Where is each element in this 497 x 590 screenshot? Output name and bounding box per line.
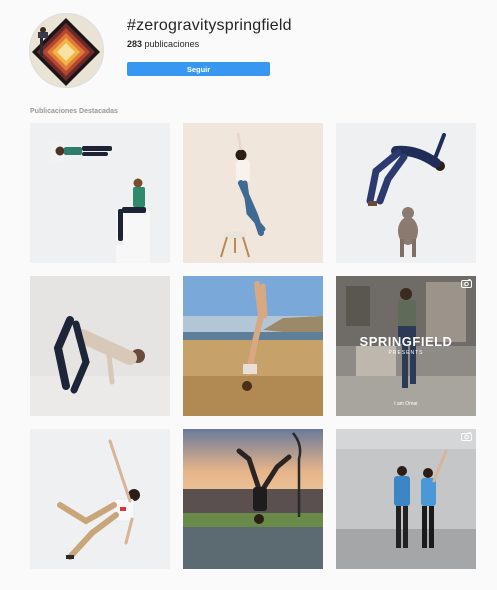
overlay-subtitle: PRESENTS bbox=[388, 350, 424, 356]
post-tile-3[interactable] bbox=[336, 123, 476, 263]
post-5-image bbox=[183, 276, 323, 416]
follow-button[interactable]: Seguir bbox=[127, 62, 270, 76]
post-2-image bbox=[183, 123, 323, 263]
overlay-brand: SPRINGFIELD bbox=[359, 334, 453, 349]
featured-posts-heading: Publicaciones Destacadas bbox=[30, 108, 118, 115]
hashtag-avatar[interactable] bbox=[29, 13, 104, 88]
post-8-image bbox=[183, 429, 323, 569]
posts-grid: SPRINGFIELD PRESENTS I am Omar bbox=[30, 123, 477, 569]
post-4-image bbox=[30, 276, 170, 416]
post-tile-7[interactable] bbox=[30, 429, 170, 569]
hashtag-title: #zerogravityspringfield bbox=[127, 17, 292, 34]
avatar-art-image bbox=[30, 14, 103, 87]
post-7-image bbox=[30, 429, 170, 569]
post-tile-2[interactable] bbox=[183, 123, 323, 263]
post-count-number: 283 bbox=[127, 39, 143, 49]
hashtag-header: #zerogravityspringfield 283 publicacione… bbox=[0, 0, 497, 100]
video-icon bbox=[461, 432, 472, 441]
post-tile-5[interactable] bbox=[183, 276, 323, 416]
post-tile-9[interactable] bbox=[336, 429, 476, 569]
post-1-image bbox=[30, 123, 170, 263]
post-count-label: publicaciones bbox=[144, 39, 200, 49]
post-tile-8[interactable] bbox=[183, 429, 323, 569]
post-3-image bbox=[336, 123, 476, 263]
post-tile-6[interactable]: SPRINGFIELD PRESENTS I am Omar bbox=[336, 276, 476, 416]
overlay-caption: I am Omar bbox=[394, 401, 418, 407]
post-tile-4[interactable] bbox=[30, 276, 170, 416]
post-9-image bbox=[336, 429, 476, 569]
post-count: 283 publicaciones bbox=[127, 39, 199, 49]
video-icon bbox=[461, 279, 472, 288]
post-tile-1[interactable] bbox=[30, 123, 170, 263]
